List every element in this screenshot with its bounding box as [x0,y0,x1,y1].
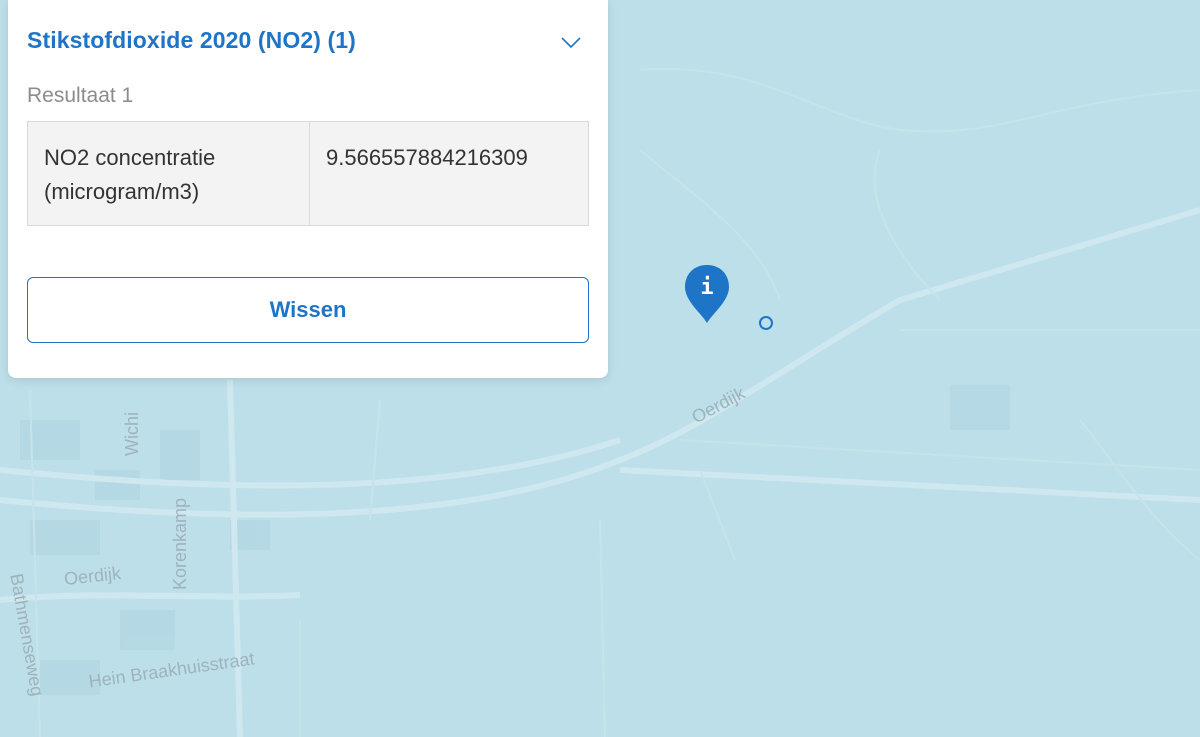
result-label: Resultaat 1 [27,84,134,107]
street-label: Wichi [122,412,142,456]
table-row: NO2 concentratie (microgram/m3) 9.566557… [27,121,589,226]
info-marker-icon[interactable]: i [683,263,731,325]
street-label: Korenkamp [170,497,190,590]
click-location-circle-icon [759,316,773,330]
attribute-value: 9.566557884216309 [309,121,589,226]
result-table: NO2 concentratie (microgram/m3) 9.566557… [27,121,589,226]
layer-title: Stikstofdioxide 2020 (NO2) (1) [27,27,356,53]
layer-header-toggle[interactable]: Stikstofdioxide 2020 (NO2) (1) [8,0,608,88]
attribute-name: NO2 concentratie (microgram/m3) [27,121,310,226]
clear-button[interactable]: Wissen [27,277,589,343]
marker-glyph: i [700,275,713,300]
feature-info-panel: Stikstofdioxide 2020 (NO2) (1) Resultaat… [8,0,608,378]
chevron-down-icon[interactable] [560,34,582,50]
